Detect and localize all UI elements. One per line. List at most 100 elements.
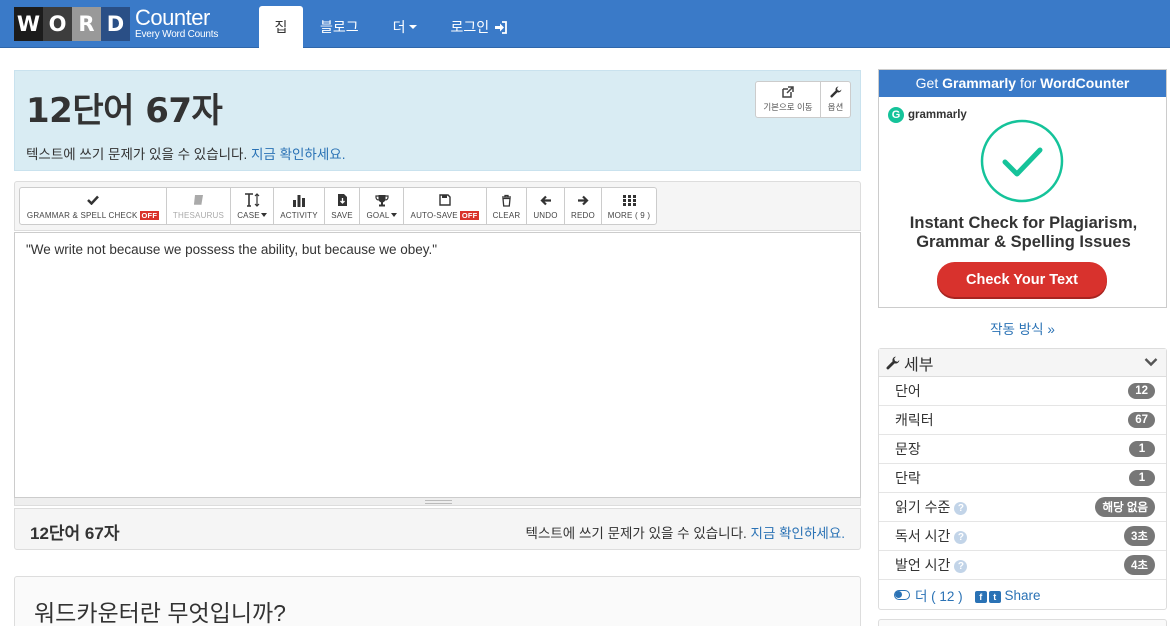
about-section: 워드카운터란 무엇입니까? <box>14 576 861 626</box>
help-icon[interactable]: ? <box>954 501 968 515</box>
nav-tab-more[interactable]: 더 <box>376 6 434 48</box>
grammar-label: GRAMMAR & SPELL CHECK <box>26 210 138 220</box>
detail-value-badge: 12 <box>1128 383 1155 399</box>
details-row-speaking-time: 발언 시간? 4초 <box>879 551 1166 580</box>
detail-value-badge: 3초 <box>1124 526 1155 546</box>
chevron-down-icon[interactable] <box>1144 357 1158 367</box>
detail-value-badge: 1 <box>1129 441 1155 457</box>
message-text: 텍스트에 쓰기 문제가 있을 수 있습니다. <box>26 147 248 162</box>
trophy-icon <box>374 194 389 206</box>
off-badge: OFF <box>139 210 160 220</box>
help-icon[interactable]: ? <box>954 530 968 544</box>
site-logo[interactable]: W O R D Counter Every Word Counts <box>14 7 218 41</box>
thesaurus-button[interactable]: THESAURUS <box>166 187 231 225</box>
next-panel-edge <box>878 619 1167 626</box>
autosave-button[interactable]: AUTO-SAVE OFF <box>403 187 487 225</box>
arrow-right-icon <box>578 195 589 205</box>
autosave-label: AUTO-SAVE <box>410 210 458 220</box>
book-icon <box>194 195 203 205</box>
details-title: 세부 <box>904 356 934 374</box>
ad-title: Instant Check for Plagiarism, Grammar & … <box>879 214 1168 252</box>
nav-tab-home[interactable]: 집 <box>259 6 303 48</box>
grammarly-logo-text: grammarly <box>908 109 967 121</box>
caret-down-icon <box>390 213 397 217</box>
ad-title-line: Grammar & Spelling Issues <box>916 233 1131 251</box>
grip-lines-icon <box>425 500 452 504</box>
clear-button[interactable]: CLEAR <box>486 187 527 225</box>
trash-icon <box>502 194 511 207</box>
nav-tab-label: 블로그 <box>320 19 359 35</box>
wrench-icon <box>886 356 900 369</box>
activity-button[interactable]: ACTIVITY <box>273 187 325 225</box>
details-more-link[interactable]: 더 ( 12 ) <box>915 585 963 605</box>
navbar: W O R D Counter Every Word Counts 집 블로그 … <box>0 0 1170 48</box>
logo-tile: D <box>101 7 130 41</box>
nav-tab-label: 집 <box>274 19 288 35</box>
share-link[interactable]: ft Share <box>973 587 1041 603</box>
detail-label: 캐릭터 <box>895 412 934 428</box>
detail-value-badge: 4초 <box>1124 555 1155 575</box>
default-button-label: 기본으로 이동 <box>763 102 813 112</box>
thesaurus-label: THESAURUS <box>172 210 225 220</box>
goal-button[interactable]: GOAL <box>359 187 404 225</box>
check-now-link[interactable]: 지금 확인하세요. <box>251 147 345 162</box>
redo-button[interactable]: REDO <box>564 187 602 225</box>
help-icon[interactable]: ? <box>954 559 968 573</box>
detail-label: 독서 시간 <box>895 528 951 544</box>
toggle-icon[interactable] <box>894 590 910 600</box>
arrow-left-icon <box>539 195 551 205</box>
details-row-reading-level: 읽기 수준? 해당 없음 <box>879 493 1166 522</box>
logo-tagline: Every Word Counts <box>135 29 219 40</box>
bar-chart-icon <box>293 194 305 207</box>
clear-label: CLEAR <box>492 210 521 220</box>
nav-tab-blog[interactable]: 블로그 <box>303 6 376 48</box>
floppy-disk-icon <box>439 194 451 206</box>
details-row-paragraphs: 단락 1 <box>879 464 1166 493</box>
details-header[interactable]: 세부 <box>879 349 1166 377</box>
detail-label-wrap: 발언 시간? <box>895 555 968 575</box>
caret-down-icon <box>260 213 267 217</box>
text-editor[interactable]: "We write not because we possess the abi… <box>14 232 861 498</box>
ad-head-mid: for <box>1019 75 1037 91</box>
details-footer: 더 ( 12 ) ft Share <box>879 580 1166 610</box>
case-button[interactable]: CASE <box>230 187 274 225</box>
twitter-icon: t <box>988 590 1001 603</box>
editor-toolbar: GRAMMAR & SPELL CHECK OFF THESAURUS CASE … <box>14 181 861 231</box>
detail-value-badge: 67 <box>1128 412 1155 428</box>
check-circle-icon <box>980 119 1064 203</box>
caret-down-icon <box>408 25 417 29</box>
options-button-label: 옵션 <box>827 102 844 112</box>
count-footer: 12단어 67자 텍스트에 쓰기 문제가 있을 수 있습니다. 지금 확인하세요… <box>14 508 861 550</box>
undo-button[interactable]: UNDO <box>526 187 565 225</box>
nav-tabs: 집 블로그 더 로그인 <box>259 6 525 48</box>
grammarly-logo: G grammarly <box>888 107 967 123</box>
nav-tab-label: 더 <box>392 19 406 35</box>
logo-text: Counter Every Word Counts <box>135 7 218 40</box>
resize-handle[interactable] <box>14 498 861 506</box>
check-your-text-button[interactable]: Check Your Text <box>937 262 1107 297</box>
off-badge: OFF <box>459 210 480 220</box>
ad-head-site: WordCounter <box>1040 75 1130 91</box>
detail-label: 문장 <box>895 441 921 457</box>
about-title: 워드카운터란 무엇입니까? <box>34 600 286 626</box>
editor-text: "We write not because we possess the abi… <box>26 242 438 257</box>
share-label: Share <box>1004 587 1041 603</box>
undo-label: UNDO <box>533 210 558 220</box>
detail-label: 읽기 수준 <box>895 499 951 515</box>
options-button[interactable]: 옵션 <box>821 81 851 118</box>
grammarly-ad[interactable]: Get Grammarly for WordCounter G grammarl… <box>878 69 1167 308</box>
detail-label: 단어 <box>895 383 921 399</box>
more-button[interactable]: MORE ( 9 ) <box>601 187 657 225</box>
save-button[interactable]: SAVE <box>324 187 360 225</box>
grammar-check-button[interactable]: GRAMMAR & SPELL CHECK OFF <box>19 187 167 225</box>
nav-tab-login[interactable]: 로그인 <box>434 6 526 48</box>
default-button[interactable]: 기본으로 이동 <box>755 81 821 118</box>
text-height-icon <box>245 193 260 207</box>
logo-tile: R <box>72 7 101 41</box>
details-panel: 세부 단어 12 캐릭터 67 문장 1 단락 1 읽기 수준? 해당 없음 독… <box>878 348 1167 610</box>
check-now-link[interactable]: 지금 확인하세요. <box>751 526 845 541</box>
how-it-works-link[interactable]: 작동 방식 » <box>878 318 1167 338</box>
goal-label: GOAL <box>366 210 390 220</box>
logo-tiles: W O R D <box>14 7 130 41</box>
details-row-reading-time: 독서 시간? 3초 <box>879 522 1166 551</box>
